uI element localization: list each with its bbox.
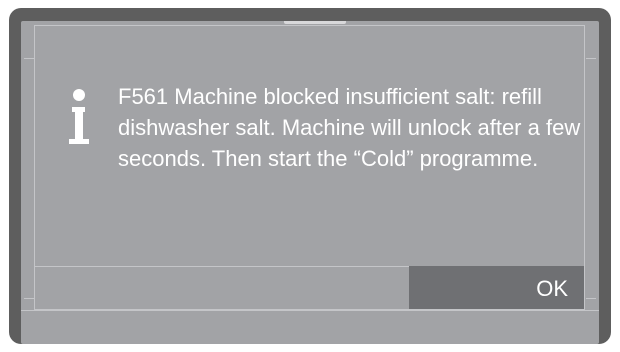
- top-notch: [284, 21, 346, 24]
- dialog-message: F561 Machine blocked insufficient salt: …: [118, 84, 581, 171]
- info-icon: [69, 89, 89, 144]
- edge-tick-left-top: [24, 58, 34, 59]
- edge-tick-left-bottom: [24, 298, 34, 299]
- edge-tick-right-bottom: [586, 298, 596, 299]
- display-screen: F561 Machine blocked insufficient salt: …: [21, 21, 599, 344]
- bottom-divider: [21, 310, 599, 311]
- dialog-divider: [35, 266, 409, 267]
- edge-tick-right-top: [586, 58, 596, 59]
- ok-button[interactable]: OK: [409, 266, 584, 309]
